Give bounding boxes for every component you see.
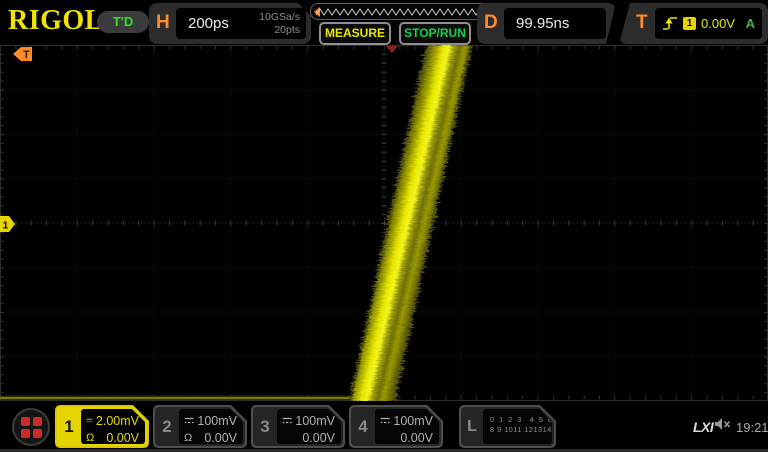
- logic-row-8-15: 8 9 1011 12131415: [490, 425, 550, 435]
- lxi-logo: LXI: [693, 419, 713, 435]
- delay-panel[interactable]: D 99.95ns: [477, 3, 616, 44]
- channel-4-number: 4: [351, 407, 375, 446]
- delay-box[interactable]: 99.95ns: [504, 8, 606, 39]
- stop-run-button[interactable]: STOP/RUN: [399, 22, 471, 45]
- rigol-logo: RIGOL: [8, 5, 104, 37]
- delay-value: 99.95ns: [516, 15, 569, 32]
- ch1-level-marker[interactable]: 1: [0, 216, 15, 232]
- memory-depth: 20pts: [259, 24, 300, 37]
- clock: 19:21: [736, 420, 768, 435]
- channel-1-tab[interactable]: 1 2.00mV Ω 0.00V: [55, 405, 149, 448]
- channel-1-number: 1: [57, 407, 81, 446]
- channel-4-scale: 100mV: [393, 414, 433, 428]
- rising-edge-icon: [662, 16, 678, 31]
- trigger-source-badge: 1: [683, 17, 696, 30]
- horizontal-label: H: [156, 12, 170, 34]
- logic-channels-tab[interactable]: L 0 1 2 3 4 5 6 7 8 9 1011 12131415: [459, 405, 556, 448]
- channel-2-tab[interactable]: 2 100mV Ω 0.00V: [153, 405, 247, 448]
- trigger-flag-letter: T: [23, 49, 30, 61]
- timebase-box[interactable]: 200ps 10GSa/s 20pts: [176, 8, 306, 39]
- sample-rate: 10GSa/s: [259, 11, 300, 24]
- channel-1-offset: 0.00V: [106, 431, 139, 445]
- memory-waveform-bar[interactable]: [310, 3, 497, 20]
- logic-tab-label: L: [461, 407, 483, 446]
- graticule-area[interactable]: T 1: [0, 45, 768, 401]
- dc-coupling-icon: [380, 416, 390, 425]
- trigger-level-value: 0.00V: [701, 16, 735, 31]
- quad-menu-icon: [21, 417, 42, 438]
- channel-2-number: 2: [155, 407, 179, 446]
- acquisition-rates: 10GSa/s 20pts: [259, 11, 300, 36]
- channel-3-offset: 0.00V: [302, 431, 335, 445]
- channel-1-impedance: Ω: [86, 432, 94, 444]
- trigger-panel[interactable]: T 1 0.00V A: [619, 3, 768, 44]
- channel-2-offset: 0.00V: [204, 431, 237, 445]
- dc-coupling-icon: [86, 416, 93, 425]
- dc-coupling-icon: [184, 416, 194, 425]
- channel-4-tab[interactable]: 4 100mV 0.00V: [349, 405, 443, 448]
- ch1-tag-number: 1: [3, 220, 9, 232]
- horizontal-panel[interactable]: H 200ps 10GSa/s 20pts: [149, 3, 311, 44]
- memory-waveform-icon: [311, 4, 496, 19]
- trigger-status-badge: T'D: [97, 11, 149, 33]
- channel-3-number: 3: [253, 407, 277, 446]
- channel-3-tab[interactable]: 3 100mV 0.00V: [251, 405, 345, 448]
- channel-1-scale: 2.00mV: [96, 414, 139, 428]
- measure-button[interactable]: MEASURE: [319, 22, 391, 45]
- trigger-mode: A: [746, 16, 755, 31]
- speaker-muted-icon[interactable]: [714, 417, 731, 432]
- menu-button[interactable]: [12, 408, 50, 446]
- channel-2-impedance: Ω: [184, 432, 192, 444]
- delay-label: D: [484, 12, 498, 34]
- logic-row-0-7: 0 1 2 3 4 5 6 7: [490, 415, 550, 425]
- channel-3-scale: 100mV: [295, 414, 335, 428]
- timebase-value: 200ps: [188, 15, 229, 32]
- channel-2-scale: 100mV: [197, 414, 237, 428]
- trigger-box[interactable]: 1 0.00V A: [655, 8, 762, 39]
- ch1-waveform: [0, 45, 472, 401]
- trigger-label: T: [636, 12, 648, 34]
- trigger-position-marker[interactable]: [386, 46, 398, 53]
- channel-4-offset: 0.00V: [400, 431, 433, 445]
- dc-coupling-icon: [282, 416, 292, 425]
